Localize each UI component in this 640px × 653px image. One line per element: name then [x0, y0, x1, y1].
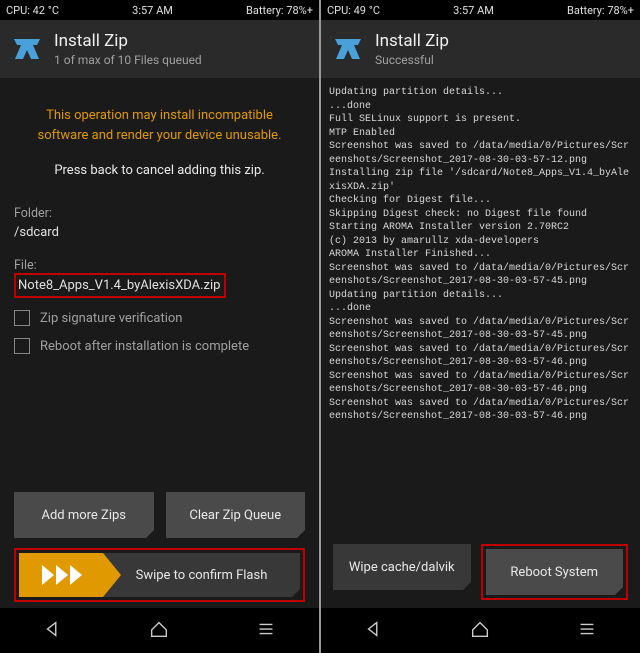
swipe-to-confirm-slider[interactable]: Swipe to confirm Flash: [19, 553, 300, 597]
add-more-zips-button[interactable]: Add more Zips: [14, 492, 154, 538]
clear-zip-queue-button[interactable]: Clear Zip Queue: [166, 492, 306, 538]
header-title: Install Zip: [375, 31, 449, 51]
reboot-after-label: Reboot after installation is complete: [40, 339, 249, 354]
status-battery: Battery: 78%+: [567, 4, 634, 17]
folder-value[interactable]: /sdcard: [14, 225, 305, 240]
info-text: Press back to cancel adding this zip.: [14, 163, 305, 178]
status-cpu: CPU: 42 °C: [6, 4, 59, 17]
back-icon[interactable]: [42, 618, 64, 644]
header-title: Install Zip: [54, 31, 202, 51]
right-screenshot: CPU: 49 °C 3:57 AM Battery: 78%+ Install…: [321, 0, 640, 653]
warning-text: This operation may install incompatible …: [14, 106, 305, 145]
header: Install Zip Successful: [321, 20, 640, 78]
folder-label: Folder:: [14, 206, 305, 221]
header: Install Zip 1 of max of 10 Files queued: [0, 20, 319, 78]
reboot-after-checkbox-row[interactable]: Reboot after installation is complete: [14, 338, 305, 354]
header-subtitle: 1 of max of 10 Files queued: [54, 53, 202, 67]
wipe-cache-button[interactable]: Wipe cache/dalvik: [333, 544, 471, 590]
menu-icon[interactable]: [255, 618, 277, 644]
home-icon[interactable]: [148, 618, 170, 644]
home-icon[interactable]: [469, 618, 491, 644]
reboot-system-button[interactable]: Reboot System: [486, 549, 624, 595]
status-bar: CPU: 42 °C 3:57 AM Battery: 78%+: [0, 0, 319, 20]
left-screenshot: CPU: 42 °C 3:57 AM Battery: 78%+ Install…: [0, 0, 319, 653]
header-subtitle: Successful: [375, 53, 449, 67]
status-time: 3:57 AM: [132, 4, 173, 17]
swipe-thumb-icon[interactable]: [19, 553, 103, 597]
menu-icon[interactable]: [576, 618, 598, 644]
swipe-slider-highlight: Swipe to confirm Flash: [14, 548, 305, 602]
status-cpu: CPU: 49 °C: [327, 4, 380, 17]
zip-signature-label: Zip signature verification: [40, 311, 182, 326]
nav-bar: [0, 608, 319, 653]
file-value-highlight: Note8_Apps_V1.4_byAlexisXDA.zip: [14, 273, 226, 298]
back-icon[interactable]: [363, 618, 385, 644]
zip-signature-checkbox-row[interactable]: Zip signature verification: [14, 310, 305, 326]
status-battery: Battery: 78%+: [246, 4, 313, 17]
checkbox-icon[interactable]: [14, 338, 30, 354]
status-bar: CPU: 49 °C 3:57 AM Battery: 78%+: [321, 0, 640, 20]
twrp-logo-icon: [331, 32, 365, 66]
reboot-button-highlight: Reboot System: [481, 544, 629, 600]
file-value[interactable]: Note8_Apps_V1.4_byAlexisXDA.zip: [18, 278, 220, 293]
status-time: 3:57 AM: [453, 4, 494, 17]
checkbox-icon[interactable]: [14, 310, 30, 326]
install-log-output: Updating partition details... ...done Fu…: [321, 78, 640, 544]
file-label: File:: [14, 258, 305, 273]
swipe-label: Swipe to confirm Flash: [103, 568, 300, 583]
twrp-logo-icon: [10, 32, 44, 66]
nav-bar: [321, 608, 640, 653]
